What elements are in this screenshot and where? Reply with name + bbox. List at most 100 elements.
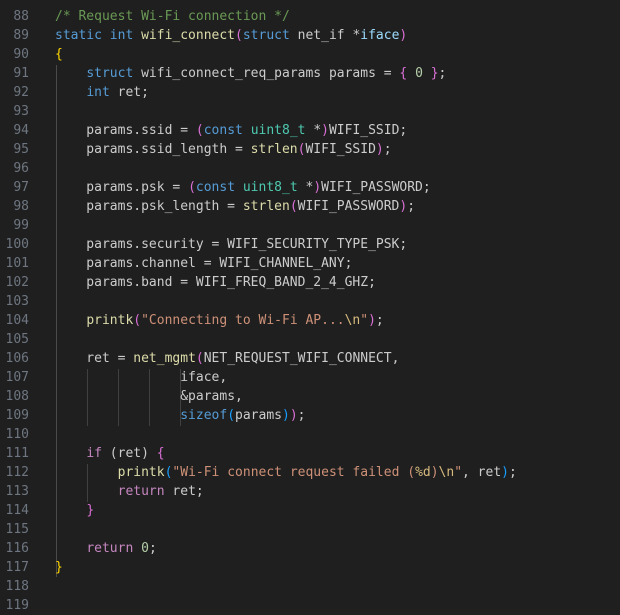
- code-line[interactable]: 89 static int wifi_connect(struct net_if …: [0, 26, 620, 45]
- code-text: printk("Connecting to Wi-Fi AP...\n");: [55, 311, 383, 330]
- code-token: /* Request Wi-Fi connection */: [55, 9, 290, 24]
- code-line[interactable]: 107 iface,: [0, 368, 620, 387]
- code-text: }: [55, 501, 94, 520]
- code-line[interactable]: 108 &params,: [0, 387, 620, 406]
- line-number: 106: [5, 351, 29, 366]
- line-number: 117: [5, 560, 29, 575]
- code-token: ): [501, 465, 509, 480]
- code-line[interactable]: 104 printk("Connecting to Wi-Fi AP...\n"…: [0, 311, 620, 330]
- code-token: static int: [55, 28, 142, 43]
- code-line[interactable]: 99: [0, 216, 620, 235]
- code-line[interactable]: 115: [0, 520, 620, 539]
- code-token: }: [430, 66, 439, 81]
- code-token: =: [375, 66, 400, 81]
- line-number: 102: [5, 275, 29, 290]
- code-token: ): [289, 408, 298, 423]
- code-line[interactable]: 91 struct wifi_connect_req_params params…: [0, 64, 620, 83]
- code-token: , ret: [462, 465, 502, 480]
- code-line[interactable]: 105: [0, 330, 620, 349]
- code-line[interactable]: 111 if (ret) {: [0, 444, 620, 463]
- code-line[interactable]: 103: [0, 292, 620, 311]
- code-token: ;: [148, 541, 157, 556]
- line-number: 99: [13, 218, 29, 233]
- code-token: sizeof: [180, 408, 228, 423]
- code-token: \n: [344, 313, 361, 328]
- code-token: (: [227, 408, 236, 423]
- code-token: wifi_connect: [141, 28, 236, 43]
- code-text: params.psk = (const uint8_t *)WIFI_PASSW…: [55, 178, 430, 197]
- code-line[interactable]: 112 printk("Wi-Fi connect request failed…: [0, 463, 620, 482]
- code-text: return ret;: [55, 482, 204, 501]
- line-number: 95: [13, 142, 29, 157]
- code-editor[interactable]: 88 /* Request Wi-Fi connection */ 89 static…: [0, 0, 620, 615]
- code-line[interactable]: 95 params.ssid_length = strlen(WIFI_SSID…: [0, 140, 620, 159]
- code-token: wifi_connect_req_params: [141, 66, 329, 81]
- line-number: 116: [5, 541, 29, 556]
- code-token: params: [328, 66, 376, 81]
- code-line[interactable]: 100 params.security = WIFI_SECURITY_TYPE…: [0, 235, 620, 254]
- code-token: if: [86, 446, 110, 461]
- line-number: 115: [5, 522, 29, 537]
- line-number: 98: [13, 199, 29, 214]
- code-token: &params,: [180, 389, 243, 404]
- code-line[interactable]: 88 /* Request Wi-Fi connection */: [0, 7, 620, 26]
- line-number: 104: [5, 313, 29, 328]
- code-text: params.ssid = (const uint8_t *)WIFI_SSID…: [55, 121, 407, 140]
- code-line[interactable]: 119: [0, 596, 620, 615]
- code-line[interactable]: 101 params.channel = WIFI_CHANNEL_ANY;: [0, 254, 620, 273]
- code-token: uint8_t: [250, 123, 314, 138]
- code-token: uint8_t: [242, 180, 306, 195]
- line-number: 109: [5, 408, 29, 423]
- code-token: WIFI_PASSWORD: [297, 199, 400, 214]
- code-token: (: [188, 180, 196, 195]
- code-text: return 0;: [55, 539, 157, 558]
- code-line[interactable]: 98 params.psk_length = strlen(WIFI_PASSW…: [0, 197, 620, 216]
- code-text: int ret;: [55, 83, 149, 102]
- code-text: params.band = WIFI_FREQ_BAND_2_4_GHZ;: [55, 273, 376, 292]
- code-token: return: [117, 484, 173, 499]
- code-token: ): [313, 180, 322, 195]
- code-token: WIFI_SSID;: [328, 123, 408, 138]
- code-line[interactable]: 93: [0, 102, 620, 121]
- code-text: ret = net_mgmt(NET_REQUEST_WIFI_CONNECT,: [55, 349, 399, 368]
- code-line[interactable]: 106 ret = net_mgmt(NET_REQUEST_WIFI_CONN…: [0, 349, 620, 368]
- code-token: {: [156, 446, 165, 461]
- code-line[interactable]: 117}: [0, 558, 620, 577]
- code-token: printk: [86, 313, 134, 328]
- line-number: 113: [5, 484, 29, 499]
- code-text: sizeof(params));: [55, 406, 305, 425]
- code-line[interactable]: 109 sizeof(params));: [0, 406, 620, 425]
- code-line[interactable]: 102 params.band = WIFI_FREQ_BAND_2_4_GHZ…: [0, 273, 620, 292]
- code-line[interactable]: 114 }: [0, 501, 620, 520]
- code-token: 0: [415, 66, 423, 81]
- code-line[interactable]: 113 return ret;: [0, 482, 620, 501]
- code-line[interactable]: 110: [0, 425, 620, 444]
- code-token: net_mgmt: [133, 351, 196, 366]
- code-token: NET_REQUEST_WIFI_CONNECT,: [203, 351, 400, 366]
- code-token: ;: [407, 199, 416, 214]
- code-token: ": [360, 313, 369, 328]
- code-line[interactable]: 97 params.psk = (const uint8_t *)WIFI_PA…: [0, 178, 620, 197]
- line-number: 105: [5, 332, 29, 347]
- code-token: iface: [360, 28, 400, 43]
- code-token: strlen: [242, 199, 290, 214]
- code-line[interactable]: 92 int ret;: [0, 83, 620, 102]
- code-token: *: [313, 123, 322, 138]
- code-token: }: [86, 503, 95, 518]
- code-line[interactable]: 116 return 0;: [0, 539, 620, 558]
- code-line[interactable]: 118: [0, 577, 620, 596]
- code-token: struct: [86, 66, 142, 81]
- line-number: 108: [5, 389, 29, 404]
- code-line[interactable]: 94 params.ssid = (const uint8_t *)WIFI_S…: [0, 121, 620, 140]
- line-number: 93: [13, 104, 29, 119]
- code-line[interactable]: 96: [0, 159, 620, 178]
- code-token: ret =: [55, 351, 134, 366]
- code-text: params.psk_length = strlen(WIFI_PASSWORD…: [55, 197, 415, 216]
- code-line[interactable]: 90 {: [0, 45, 620, 64]
